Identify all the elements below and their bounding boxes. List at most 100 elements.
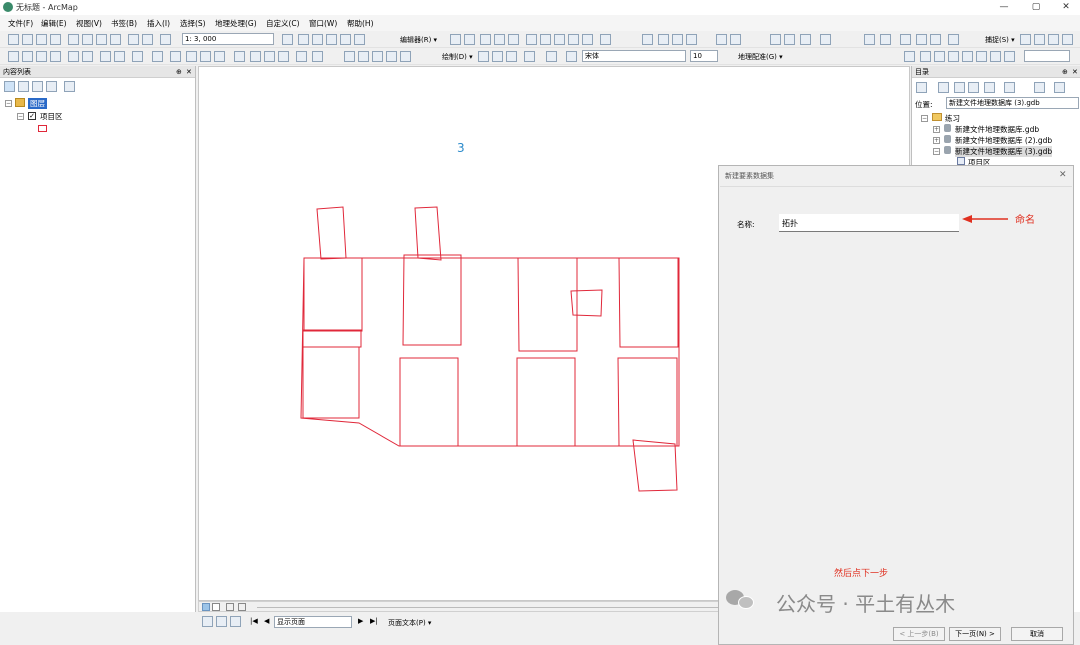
page-text-menu[interactable]: 页面文本(P) ▾ bbox=[388, 618, 431, 628]
measure-icon[interactable] bbox=[900, 34, 911, 45]
link-table-icon[interactable] bbox=[934, 51, 945, 62]
views-icon[interactable] bbox=[1004, 82, 1015, 93]
topology-tool-icon[interactable] bbox=[642, 34, 653, 45]
cut-polygons-icon[interactable] bbox=[554, 34, 565, 45]
table-of-contents-icon[interactable] bbox=[298, 34, 309, 45]
edit-annotation-icon[interactable] bbox=[464, 34, 475, 45]
html-popup2-icon[interactable] bbox=[214, 51, 225, 62]
layout-fixed-zoom-icon[interactable] bbox=[230, 616, 241, 627]
delete-icon[interactable] bbox=[110, 34, 121, 45]
point-snapping-icon[interactable] bbox=[1020, 34, 1031, 45]
open-folder-icon[interactable] bbox=[22, 34, 33, 45]
select-features-icon[interactable] bbox=[132, 51, 143, 62]
expand-folder-icon[interactable]: − bbox=[921, 115, 928, 122]
layers-root-label[interactable]: 图层 bbox=[28, 98, 47, 109]
gdb-item-3[interactable]: 新建文件地理数据库 (3).gdb bbox=[955, 146, 1053, 157]
new-folder-icon[interactable] bbox=[1034, 82, 1045, 93]
list-by-source-icon[interactable] bbox=[18, 81, 29, 92]
menu-selection[interactable]: 选择(S) bbox=[180, 18, 206, 29]
editor-menu[interactable]: 编辑器(R) ▾ bbox=[400, 35, 437, 45]
error-inspector-icon[interactable] bbox=[730, 34, 741, 45]
attributes-icon[interactable] bbox=[600, 34, 611, 45]
expand-gdb-icon[interactable]: + bbox=[933, 126, 940, 133]
expand-layers-icon[interactable]: − bbox=[5, 100, 12, 107]
close-button[interactable]: ✕ bbox=[1052, 1, 1080, 13]
georef-layer-combo[interactable] bbox=[1024, 50, 1070, 62]
undo-icon[interactable] bbox=[128, 34, 139, 45]
smooth-icon[interactable] bbox=[820, 34, 831, 45]
menu-edit[interactable]: 编辑(E) bbox=[41, 18, 67, 29]
search-window-icon[interactable] bbox=[326, 34, 337, 45]
georeferencing-menu[interactable]: 地理配准(G) ▾ bbox=[738, 52, 783, 62]
layout-view-icon[interactable] bbox=[212, 603, 220, 611]
editor-toolbar-icon[interactable] bbox=[282, 34, 293, 45]
menu-view[interactable]: 视图(V) bbox=[76, 18, 102, 29]
draw-menu[interactable]: 绘制(D) ▾ bbox=[442, 52, 473, 62]
layout-zoom-out-icon[interactable] bbox=[358, 51, 369, 62]
menu-customize[interactable]: 自定义(C) bbox=[266, 18, 300, 29]
layer-properties-icon[interactable] bbox=[864, 34, 875, 45]
font-size-combo[interactable]: 10 bbox=[690, 50, 718, 62]
hyperlink-bolt-icon[interactable] bbox=[200, 51, 211, 62]
list-by-drawing-order-icon[interactable] bbox=[4, 81, 15, 92]
find-route-icon[interactable] bbox=[264, 51, 275, 62]
topology-edit-icon[interactable] bbox=[672, 34, 683, 45]
copy-icon[interactable] bbox=[82, 34, 93, 45]
paste-icon[interactable] bbox=[96, 34, 107, 45]
rotate-raster-icon[interactable] bbox=[990, 51, 1001, 62]
next-page-icon[interactable]: ▶ bbox=[358, 617, 363, 625]
zoom-out-icon[interactable] bbox=[22, 51, 33, 62]
snapping-menu[interactable]: 捕捉(S) ▾ bbox=[985, 35, 1015, 45]
layout-pan-icon[interactable] bbox=[372, 51, 383, 62]
catalog-close-icon[interactable]: ✕ bbox=[1072, 66, 1078, 78]
straight-segment-icon[interactable] bbox=[480, 34, 491, 45]
page-display-combo[interactable]: 显示页面 bbox=[274, 616, 352, 628]
layer-symbol-icon[interactable] bbox=[38, 125, 47, 132]
fixed-zoom-in-icon[interactable] bbox=[68, 51, 79, 62]
edit-tool-icon[interactable] bbox=[450, 34, 461, 45]
last-page-icon[interactable]: ▶| bbox=[370, 617, 378, 625]
menu-file[interactable]: 文件(F) bbox=[8, 18, 33, 29]
expand-layer-icon[interactable]: − bbox=[17, 113, 24, 120]
hyperlink-icon[interactable] bbox=[930, 34, 941, 45]
rotate-element-icon[interactable] bbox=[492, 51, 503, 62]
vertex-snapping-icon[interactable] bbox=[1048, 34, 1059, 45]
endpoint-arc-icon[interactable] bbox=[494, 34, 505, 45]
viewer-window-icon[interactable] bbox=[312, 51, 323, 62]
edge-snapping-icon[interactable] bbox=[1062, 34, 1073, 45]
zoom-whole-page-icon[interactable] bbox=[386, 51, 397, 62]
zoom-100-icon[interactable] bbox=[400, 51, 411, 62]
add-control-points-icon[interactable] bbox=[904, 51, 915, 62]
back-button[interactable]: < 上一步(B) bbox=[893, 627, 945, 641]
list-by-visibility-icon[interactable] bbox=[32, 81, 43, 92]
measure-ruler-icon[interactable] bbox=[234, 51, 245, 62]
collapse-gdb-icon[interactable]: − bbox=[933, 148, 940, 155]
zoom-in-icon[interactable] bbox=[8, 51, 19, 62]
menu-bookmarks[interactable]: 书签(B) bbox=[111, 18, 137, 29]
rotate-tool-icon[interactable] bbox=[582, 34, 593, 45]
redo-icon[interactable] bbox=[142, 34, 153, 45]
select-elements-icon[interactable] bbox=[170, 51, 181, 62]
viewer-icon[interactable] bbox=[948, 51, 959, 62]
layout-zoom-icon[interactable] bbox=[216, 616, 227, 627]
select-arrow-icon[interactable] bbox=[478, 51, 489, 62]
layout-zoom-in-icon[interactable] bbox=[344, 51, 355, 62]
split-tool-icon[interactable] bbox=[568, 34, 579, 45]
sketch-properties-icon[interactable] bbox=[770, 34, 781, 45]
catalog-pin-icon[interactable]: ⊕ bbox=[1062, 66, 1068, 78]
next-button[interactable]: 下一页(N) > bbox=[949, 627, 1001, 641]
refresh-icon[interactable] bbox=[226, 603, 234, 611]
layout-pan-icon[interactable] bbox=[202, 616, 213, 627]
fixed-zoom-out-icon[interactable] bbox=[82, 51, 93, 62]
pan-icon[interactable] bbox=[36, 51, 47, 62]
catalog-window-icon[interactable] bbox=[312, 34, 323, 45]
gdb-item-2[interactable]: 新建文件地理数据库 (2).gdb bbox=[955, 135, 1052, 146]
map-topology-icon[interactable] bbox=[658, 34, 669, 45]
dialog-close-icon[interactable]: ✕ bbox=[1059, 170, 1067, 180]
control-point-icon[interactable] bbox=[920, 51, 931, 62]
expand-gdb-icon[interactable]: + bbox=[933, 137, 940, 144]
list-by-selection-icon[interactable] bbox=[46, 81, 57, 92]
prev-page-icon[interactable]: ◀ bbox=[264, 617, 269, 625]
edit-vertices-icon[interactable] bbox=[526, 34, 537, 45]
back-arrow-icon[interactable] bbox=[916, 82, 927, 93]
